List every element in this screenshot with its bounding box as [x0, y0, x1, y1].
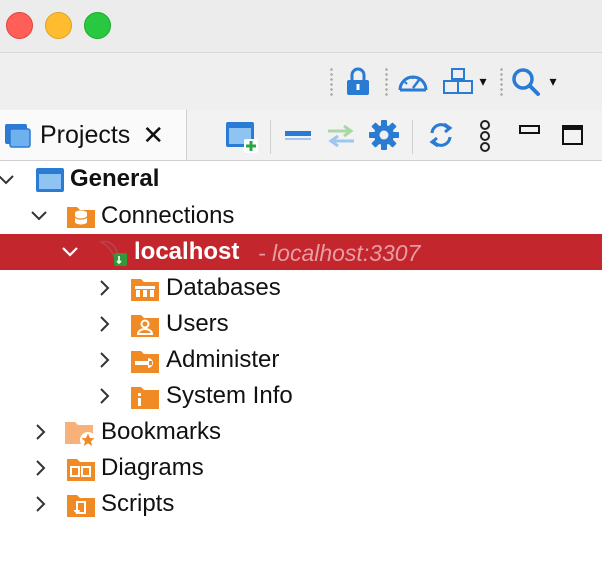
more-vertical-icon[interactable]: [476, 119, 494, 153]
tree-row-system-info[interactable]: System Info: [0, 378, 602, 414]
toolbar-grip[interactable]: [500, 67, 503, 97]
minimize-window-button[interactable]: [45, 12, 72, 39]
chevron-right-icon[interactable]: [94, 314, 114, 334]
scripts-folder-icon: [67, 495, 95, 517]
main-toolbar: ▾ ▾: [0, 52, 602, 111]
mysql-dolphin-icon: [99, 240, 127, 266]
connections-folder-icon: [67, 207, 95, 228]
projects-tabbar: Projects ✕: [0, 110, 602, 161]
close-window-button[interactable]: [6, 12, 33, 39]
chevron-right-icon[interactable]: [94, 386, 114, 406]
tree-row-administer[interactable]: Administer: [0, 342, 602, 378]
tree-row-scripts[interactable]: Scripts: [0, 486, 602, 522]
maximize-icon[interactable]: [560, 123, 586, 147]
tree-label-scripts: Scripts: [101, 490, 175, 517]
tree-row-general[interactable]: General: [0, 162, 602, 198]
close-icon[interactable]: ✕: [142, 122, 164, 148]
tree-row-bookmarks[interactable]: Bookmarks: [0, 414, 602, 450]
tab-projects[interactable]: Projects ✕: [0, 110, 187, 160]
tree-label-connections: Connections: [101, 202, 235, 229]
projects-icon: [4, 121, 32, 149]
diagrams-folder-icon: [67, 459, 95, 481]
bookmarks-folder-icon: [65, 422, 96, 448]
connection-address: - localhost:3307: [258, 240, 421, 266]
project-icon: [36, 168, 64, 192]
chevron-right-icon[interactable]: [30, 458, 50, 478]
new-folder-icon[interactable]: [224, 119, 258, 153]
search-icon[interactable]: [511, 67, 541, 97]
lock-icon[interactable]: [343, 67, 373, 97]
tab-projects-label: Projects: [40, 120, 131, 149]
boxes-icon[interactable]: [442, 67, 474, 97]
toolbar-grip[interactable]: [330, 67, 333, 97]
tree-label-administer: Administer: [166, 346, 280, 373]
tree-label-diagrams: Diagrams: [101, 454, 204, 481]
toolbar-separator: [270, 120, 271, 154]
chevron-right-icon[interactable]: [94, 278, 114, 298]
zoom-window-button[interactable]: [84, 12, 111, 39]
tree-label-system-info: System Info: [166, 382, 293, 409]
toolbar-grip[interactable]: [385, 67, 388, 97]
chevron-down-icon[interactable]: [29, 206, 49, 226]
chevron-right-icon[interactable]: [30, 494, 50, 514]
tree-row-connections[interactable]: Connections: [0, 198, 602, 234]
chevron-down-icon[interactable]: [60, 242, 80, 262]
link-editor-icon[interactable]: [324, 123, 358, 149]
refresh-icon[interactable]: [426, 120, 456, 150]
administer-folder-icon: [131, 351, 159, 373]
tree-label-bookmarks: Bookmarks: [101, 418, 222, 445]
minimize-icon[interactable]: [518, 124, 542, 138]
tree-label-general: General: [70, 165, 160, 192]
window-titlebar: [0, 0, 602, 52]
chevron-right-icon[interactable]: [94, 350, 114, 370]
tree-row-users[interactable]: Users: [0, 306, 602, 342]
chevron-right-icon[interactable]: [30, 422, 50, 442]
users-folder-icon: [131, 315, 159, 337]
tree-row-localhost[interactable]: localhost - localhost:3307: [0, 234, 602, 270]
chevron-down-icon[interactable]: ▾: [476, 73, 490, 89]
tree-row-databases[interactable]: Databases: [0, 270, 602, 306]
toolbar-separator: [412, 120, 413, 154]
settings-gear-icon[interactable]: [368, 119, 400, 151]
tree-label-databases: Databases: [166, 274, 281, 301]
chevron-down-icon[interactable]: [0, 170, 16, 190]
collapse-all-icon[interactable]: [285, 128, 313, 142]
chevron-down-icon[interactable]: ▾: [546, 73, 560, 89]
tree-row-diagrams[interactable]: Diagrams: [0, 450, 602, 486]
tree-label-users: Users: [166, 310, 229, 337]
info-folder-icon: [131, 387, 159, 409]
databases-folder-icon: [131, 279, 159, 301]
speedometer-icon[interactable]: [396, 68, 430, 96]
tree-label-localhost: localhost: [134, 238, 240, 265]
